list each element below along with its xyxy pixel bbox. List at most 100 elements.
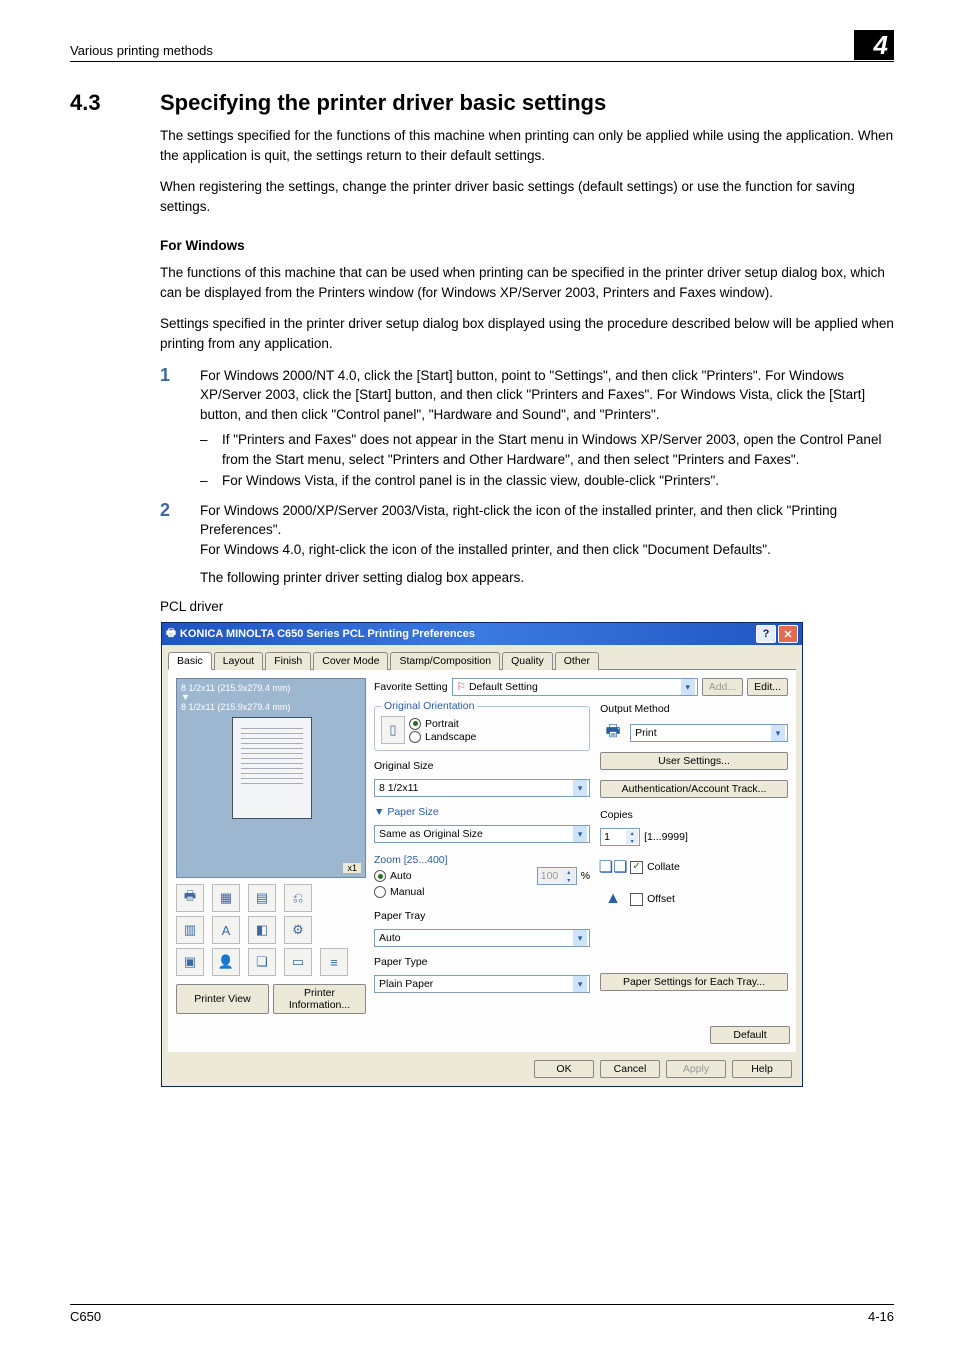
favorite-setting-label: Favorite Setting [374,681,448,693]
output-icon[interactable]: 🖶 [176,884,204,912]
printer-icon: 🖶 [166,625,176,643]
paper-size-value: Same as Original Size [379,828,483,840]
user-settings-button[interactable]: User Settings... [600,752,788,770]
paper-type-value: Plain Paper [379,978,433,990]
apply-button[interactable]: Apply [666,1060,726,1078]
color-icon[interactable]: ◧ [248,916,276,944]
edit-favorite-button[interactable]: Edit... [747,678,788,696]
zoom-manual-radio[interactable] [374,886,386,898]
booklet-icon[interactable]: ▥ [176,916,204,944]
paper-size-label: ▼ Paper Size [374,806,590,818]
intro-para-2: When registering the settings, change th… [160,177,894,216]
section-number: 4.3 [70,90,160,116]
section-title: Specifying the printer driver basic sett… [160,90,606,116]
staple-icon[interactable]: ⎌ [284,884,312,912]
copies-label: Copies [600,809,788,821]
step-number-1: 1 [160,366,200,386]
intro-para-1: The settings specified for the functions… [160,126,894,165]
zoom-spin[interactable]: 100 [537,867,577,885]
user-icon[interactable]: 👤 [212,948,240,976]
form-icon[interactable]: ▭ [284,948,312,976]
zoom-auto-label: Auto [390,870,412,882]
pcl-driver-label: PCL driver [160,599,894,614]
output-method-select[interactable]: Print [630,724,788,742]
zoom-group: Zoom [25...400] Auto 100 % Manual [374,849,590,901]
output-method-label: Output Method [600,703,788,715]
step1-note-2: For Windows Vista, if the control panel … [222,471,719,491]
tab-other[interactable]: Other [555,652,599,670]
secure-icon[interactable]: ⚙ [284,916,312,944]
paper-tray-select[interactable]: Auto [374,929,590,947]
original-size-label: Original Size [374,760,590,772]
output-method-value: Print [635,727,657,739]
titlebar[interactable]: 🖶 KONICA MINOLTA C650 Series PCL Printin… [162,623,802,645]
subheading-windows: For Windows [160,238,894,253]
original-size-select[interactable]: 8 1/2x11 [374,779,590,797]
collate-label: Collate [647,861,680,873]
tab-strip: Basic Layout Finish Cover Mode Stamp/Com… [168,651,796,670]
authentication-button[interactable]: Authentication/Account Track... [600,780,788,798]
duplex-icon[interactable]: ▤ [248,884,276,912]
footer-left: C650 [70,1309,101,1324]
percent-label: % [581,870,590,882]
preview-size-bottom: 8 1/2x11 (215.9x279.4 mm) [181,702,361,712]
favorite-setting-select[interactable]: ⚐ Default Setting [452,678,698,696]
zoom-legend: Zoom [25...400] [374,854,590,866]
tab-cover-mode[interactable]: Cover Mode [313,652,388,670]
after-steps-note: The following printer driver setting dia… [200,568,894,588]
printer-information-button[interactable]: Printer Information... [273,984,366,1014]
paper-tray-value: Auto [379,932,401,944]
layout-icon[interactable]: ▦ [212,884,240,912]
windows-para-1: The functions of this machine that can b… [160,263,894,302]
paper-type-select[interactable]: Plain Paper [374,975,590,993]
cancel-button[interactable]: Cancel [600,1060,660,1078]
portrait-icon: ▯ [381,716,405,744]
collate-checkbox[interactable] [630,861,643,874]
tab-quality[interactable]: Quality [502,652,553,670]
paper-settings-tray-button[interactable]: Paper Settings for Each Tray... [600,973,788,991]
landscape-label: Landscape [425,731,476,743]
watermark-icon[interactable]: A [212,916,240,944]
zoom-auto-radio[interactable] [374,870,386,882]
tab-basic[interactable]: Basic [168,652,212,670]
dialog-help-button[interactable]: Help [732,1060,792,1078]
tray-icon[interactable]: ▣ [176,948,204,976]
copies-spin[interactable]: 1 [600,828,640,846]
step-body-2: For Windows 2000/XP/Server 2003/Vista, r… [200,501,894,560]
zoom-manual-label: Manual [390,886,424,898]
paper-preview: 8 1/2x11 (215.9x279.4 mm) ▼ 8 1/2x11 (21… [176,678,366,878]
flag-icon: ⚐ [457,681,466,693]
default-button[interactable]: Default [710,1026,790,1044]
copies-icon[interactable]: ❏ [248,948,276,976]
chapter-badge: 4 [854,30,894,60]
paper-size-select[interactable]: Same as Original Size [374,825,590,843]
preview-zoom-badge: x1 [343,863,361,873]
header-rule [70,61,894,62]
dash-bullet: – [200,430,222,450]
offset-checkbox[interactable] [630,893,643,906]
original-orientation-group: Original Orientation ▯ Portrait Landscap… [374,700,590,751]
collate-icon: ❏❏ [600,856,626,878]
portrait-radio[interactable] [409,718,421,730]
tab-finish[interactable]: Finish [265,652,311,670]
running-head: Various printing methods [70,43,213,60]
help-button[interactable]: ? [756,625,776,643]
close-button[interactable]: ✕ [778,625,798,643]
printer-view-button[interactable]: Printer View [176,984,269,1014]
landscape-radio[interactable] [409,731,421,743]
list-icon[interactable]: ≡ [320,948,348,976]
step-number-2: 2 [160,501,200,521]
portrait-label: Portrait [425,718,459,730]
original-size-value: 8 1/2x11 [379,782,419,794]
original-orientation-legend: Original Orientation [381,700,477,712]
preview-paper-icon [232,717,312,819]
favorite-setting-value: Default Setting [469,681,538,693]
add-favorite-button[interactable]: Add... [702,678,743,696]
windows-para-2: Settings specified in the printer driver… [160,314,894,353]
copies-range: [1...9999] [644,831,688,843]
tab-stamp-composition[interactable]: Stamp/Composition [390,652,500,670]
step1-note-1: If "Printers and Faxes" does not appear … [222,430,894,469]
offset-icon: ▲ [600,888,626,910]
tab-layout[interactable]: Layout [214,652,264,670]
ok-button[interactable]: OK [534,1060,594,1078]
